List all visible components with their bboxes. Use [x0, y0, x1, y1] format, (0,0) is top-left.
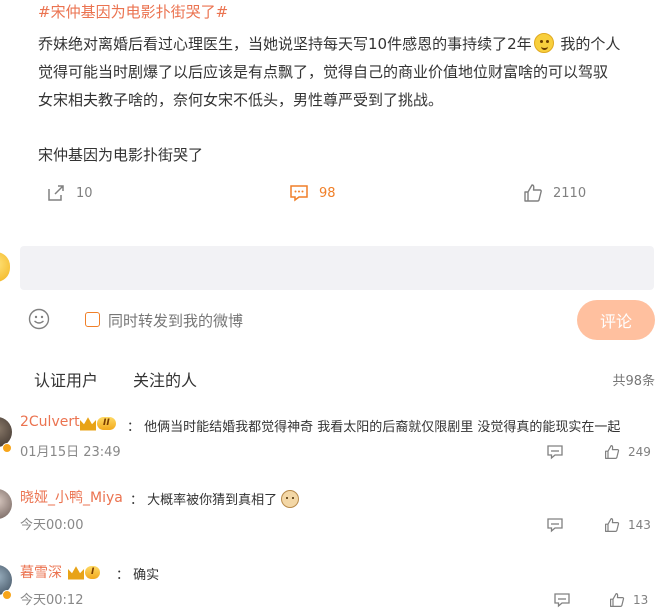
fan-level-badge: I — [68, 564, 101, 581]
post-body: 乔妹绝对离婚后看过心理医生，当她说坚持每天写10件感恩的事持续了2年 我的个人 … — [38, 30, 658, 114]
comment-total: 共98条 — [612, 374, 655, 389]
post-line-4: 宋仲基因为电影扑街哭了 — [38, 146, 204, 164]
forward-count: 10 — [76, 185, 93, 201]
post-line-3: 女宋相夫教子啥的，奈何女宋不低头，男性尊严受到了挑战。 — [38, 91, 444, 109]
dog-emoji-icon — [281, 490, 300, 508]
comment-count: 98 — [319, 185, 336, 201]
fan-level-label: II — [97, 417, 116, 430]
thumbs-up-icon — [605, 518, 620, 532]
verified-badge-icon — [2, 443, 12, 453]
reply-icon[interactable] — [546, 516, 564, 534]
comment-like-count: 143 — [628, 518, 651, 532]
avatar[interactable] — [0, 489, 12, 519]
submit-comment-button[interactable]: 评论 — [577, 300, 655, 340]
comment-username[interactable]: 暮雪深 — [20, 562, 62, 582]
forward-button[interactable]: 10 — [46, 183, 93, 203]
comment-like-count: 249 — [628, 445, 651, 459]
my-avatar — [0, 252, 10, 282]
comment-text: ： 他俩当时能结婚我都觉得神奇 我看太阳的后裔就仅限剧里 没觉得真的能现实在一起 — [127, 420, 621, 435]
post-action-bar: 10 98 2110 — [0, 183, 660, 213]
comment-text-wrap: ： 大概率被你猜到真相了 — [130, 489, 300, 508]
post-hashtag[interactable]: #宋仲基因为电影扑街哭了# — [38, 2, 228, 22]
thumbs-up-icon — [610, 593, 625, 607]
fan-level-label: I — [85, 566, 101, 579]
reply-icon[interactable] — [553, 591, 571, 609]
comment-username[interactable]: 晓娅_小鸭_Miya — [20, 487, 123, 507]
thumbs-up-icon — [605, 445, 620, 459]
comment-text: ： 大概率被你猜到真相了 — [130, 493, 278, 508]
comment-username[interactable]: 2Culvert — [20, 414, 80, 430]
like-count: 2110 — [553, 185, 587, 201]
tab-verified-users[interactable]: 认证用户 — [34, 367, 98, 391]
reply-icon[interactable] — [546, 443, 564, 461]
comment-like-count: 13 — [633, 593, 649, 607]
crown-icon — [68, 566, 84, 580]
post-line-1-text: 乔妹绝对离婚后看过心理医生，当她说坚持每天写10件感恩的事持续了2年 — [38, 35, 532, 53]
post-line-2: 觉得可能当时剧爆了以后应该是有点飘了，觉得自己的商业价值地位财富啥的可以驾驭 — [38, 63, 609, 81]
forward-icon — [48, 185, 64, 201]
tab-following[interactable]: 关注的人 — [133, 367, 197, 391]
comment-time: 01月15日 23:49 — [20, 445, 121, 460]
smile-emoji-icon — [533, 33, 554, 53]
comment-icon — [290, 185, 308, 202]
forward-checkbox[interactable] — [85, 312, 100, 327]
comment-time: 今天00:12 — [20, 593, 84, 608]
emoji-picker-icon[interactable] — [28, 308, 50, 330]
post-line-1: 乔妹绝对离婚后看过心理医生，当她说坚持每天写10件感恩的事持续了2年 我的个人 — [38, 30, 658, 58]
comment-text: ： 确实 — [116, 568, 160, 583]
crown-icon — [80, 417, 96, 431]
comment-button[interactable]: 98 — [289, 183, 336, 203]
forward-checkbox-label[interactable]: 同时转发到我的微博 — [108, 310, 243, 331]
comment-time: 今天00:00 — [20, 518, 84, 533]
comment-input[interactable] — [20, 246, 654, 290]
post-line-1-tail: 我的个人 — [560, 35, 621, 53]
like-button[interactable]: 2110 — [523, 183, 586, 203]
thumbs-up-icon — [524, 184, 542, 202]
comment-like-button[interactable]: 143 — [604, 517, 651, 533]
comment-like-button[interactable]: 249 — [604, 444, 651, 460]
comment-like-button[interactable]: 13 — [609, 592, 648, 608]
verified-badge-icon — [2, 590, 12, 600]
fan-level-badge: II — [80, 415, 116, 432]
